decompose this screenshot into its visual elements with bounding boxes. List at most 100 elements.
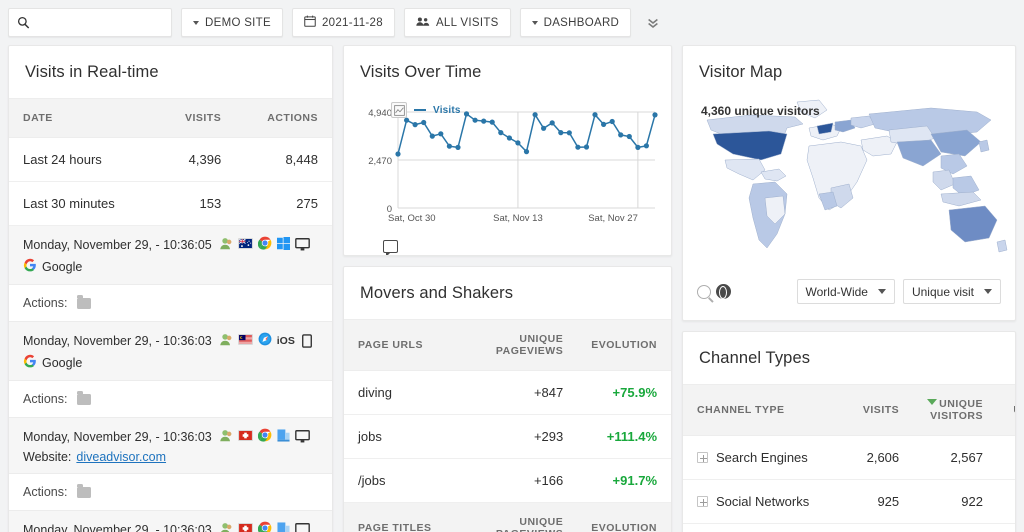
visits-over-time-chart[interactable]: Visits 0 2,470 4,940 Sat, Oct 30 Sat, Nov 13… (344, 98, 671, 255)
windows-icon (276, 236, 290, 253)
users-icon (416, 16, 430, 30)
search-box[interactable] (8, 8, 191, 37)
chart-image-icon[interactable] (391, 102, 407, 118)
site-selector-button[interactable]: DEMO SITE (181, 8, 283, 37)
expand-icon[interactable] (697, 496, 708, 508)
cell-unique-pageviews: +293 (481, 414, 578, 460)
cell-visits: 4,396 (156, 137, 236, 182)
cell-unique-pageviews: +847 (481, 370, 578, 416)
cell-visits: 2,606 (833, 435, 914, 481)
annotation-icon[interactable] (383, 240, 398, 255)
dashboard-column-2: Visits Over Time Visits 0 2,470 4,940 Sat, … (343, 45, 672, 532)
table-row[interactable]: Websites 684 684 (683, 523, 1015, 532)
cell-page-url: /jobs (344, 458, 482, 504)
table-row[interactable]: Social Networks 925 922 (683, 479, 1015, 525)
dashboard-selector-label: DASHBOARD (543, 16, 620, 29)
column-header-visits[interactable]: VISITS (156, 98, 236, 138)
svg-text:Sat, Nov 13: Sat, Nov 13 (493, 213, 543, 224)
cell-unique-pageviews: +166 (481, 458, 578, 504)
search-input[interactable] (36, 15, 191, 30)
table-row[interactable]: Search Engines 2,606 2,567 (683, 435, 1015, 481)
country-flag-icon (237, 522, 253, 532)
country-flag-icon (237, 333, 253, 348)
map-region-select[interactable]: World-Wide (796, 279, 895, 304)
double-chevron-down-icon[interactable] (640, 16, 666, 30)
table-header-row: CHANNEL TYPE VISITS UNIQUEVISITORS US (683, 383, 1015, 437)
cell-unique-visitors: 922 (913, 479, 997, 525)
segment-selector-button[interactable]: ALL VISITS (403, 8, 511, 37)
desktop-icon (294, 430, 310, 443)
google-icon (23, 258, 37, 275)
dashboard-column-1: Visits in Real-time DATE VISITS ACTIONS … (8, 45, 333, 532)
chart-svg: 02,4704,940Sat, Oct 30 Sat, Nov 13 Sat, No… (368, 108, 658, 224)
svg-text:Sat, Nov 27: Sat, Nov 27 (588, 213, 638, 224)
channel-types-table: CHANNEL TYPE VISITS UNIQUEVISITORS US Se… (683, 383, 1015, 532)
table-row[interactable]: Last 24 hours 4,396 8,448 (9, 137, 332, 182)
dashboard-column-3: Visitor Map 4,360 unique visitors World-… (682, 45, 1016, 532)
visitor-icon (219, 333, 233, 349)
column-header-evolution[interactable]: EVOLUTION (577, 502, 671, 532)
visitor-map-canvas[interactable]: 4,360 unique visitors (683, 98, 1015, 273)
table-row[interactable]: jobs +293 +111.4% (344, 414, 671, 460)
svg-text:2,470: 2,470 (368, 156, 392, 167)
widget-title: Visits in Real-time (25, 63, 159, 81)
realtime-actions-row: Actions: (9, 285, 332, 322)
table-header-row: PAGE URLS UNIQUE PAGEVIEWS EVOLUTION (344, 318, 671, 372)
map-metric-value: Unique visit (911, 284, 974, 299)
table-row[interactable]: /jobs +166 +91.7% (344, 458, 671, 504)
cell-page-url: jobs (344, 414, 482, 460)
folder-icon[interactable] (77, 390, 92, 405)
realtime-visit-row[interactable]: Monday, November 29, - 10:36:03 iOS Goog… (9, 322, 332, 381)
cell-unique-visitors: 2,567 (913, 435, 997, 481)
visit-timestamp: Monday, November 29, - 10:36:05 (23, 237, 212, 252)
zoom-out-icon[interactable] (697, 284, 711, 299)
cell-unique-visitors: 684 (913, 523, 997, 532)
widget-title: Channel Types (699, 349, 811, 367)
column-header-visits[interactable]: VISITS (833, 383, 914, 437)
cell-channel-type: Websites (683, 523, 834, 532)
folder-icon[interactable] (77, 483, 92, 498)
legend-line-swatch (414, 109, 426, 111)
channel-label: Search Engines (716, 450, 808, 466)
top-toolbar: DEMO SITE 2021-11-28 ALL VISITS DASHBOAR… (0, 0, 1024, 45)
column-header-date[interactable]: DATE (9, 98, 157, 138)
column-header-unique-pageviews[interactable]: UNIQUEPAGEVIEWS (481, 318, 578, 372)
date-selector-button[interactable]: 2021-11-28 (291, 8, 395, 37)
chrome-icon (257, 521, 272, 532)
realtime-visit-row[interactable]: Monday, November 29, - 10:36:03 Social n… (9, 511, 332, 532)
country-flag-icon (237, 237, 253, 252)
column-header-channel-type[interactable]: CHANNEL TYPE (683, 383, 834, 437)
folder-icon[interactable] (77, 294, 92, 309)
actions-label: Actions: (23, 296, 68, 310)
table-row[interactable]: diving +847 +75.9% (344, 370, 671, 416)
country-flag-icon (237, 429, 253, 444)
column-header-users[interactable]: US (997, 383, 1015, 437)
dashboard-selector-button[interactable]: DASHBOARD (519, 8, 632, 37)
realtime-visit-row[interactable]: Monday, November 29, - 10:36:03 Website:… (9, 418, 332, 474)
column-header-page-titles[interactable]: PAGE TITLES (344, 502, 482, 532)
search-icon (17, 16, 30, 29)
cell-users (997, 523, 1015, 532)
expand-icon[interactable] (697, 452, 708, 464)
referrer-link[interactable]: diveadvisor.com (76, 450, 166, 464)
chevron-down-icon (984, 289, 992, 294)
cell-users (997, 479, 1015, 525)
cell-users (997, 435, 1015, 481)
column-header-evolution[interactable]: EVOLUTION (577, 318, 671, 372)
caret-down-icon (531, 20, 538, 25)
cell-channel-type: Social Networks (683, 479, 834, 525)
map-metric-select[interactable]: Unique visit (902, 279, 1001, 304)
globe-icon[interactable] (716, 284, 731, 299)
column-header-unique-visitors[interactable]: UNIQUE VISITORS (913, 383, 997, 437)
column-header-unique-pageviews[interactable]: UNIQUEPAGEVIEWS (481, 502, 578, 532)
table-row[interactable]: Last 30 minutes 153 275 (9, 181, 332, 226)
chart-legend[interactable]: Visits (391, 102, 461, 118)
column-header-page-urls[interactable]: PAGE URLS (344, 318, 482, 372)
column-header-actions[interactable]: ACTIONS (235, 98, 332, 138)
realtime-visit-row[interactable]: Monday, November 29, - 10:36:05 Google (9, 226, 332, 285)
table-header-row: DATE VISITS ACTIONS (9, 98, 332, 138)
world-map-svg[interactable] (691, 98, 1009, 270)
cell-visits: 925 (833, 479, 914, 525)
desktop-icon (294, 523, 310, 532)
channel-label: Social Networks (716, 494, 810, 510)
